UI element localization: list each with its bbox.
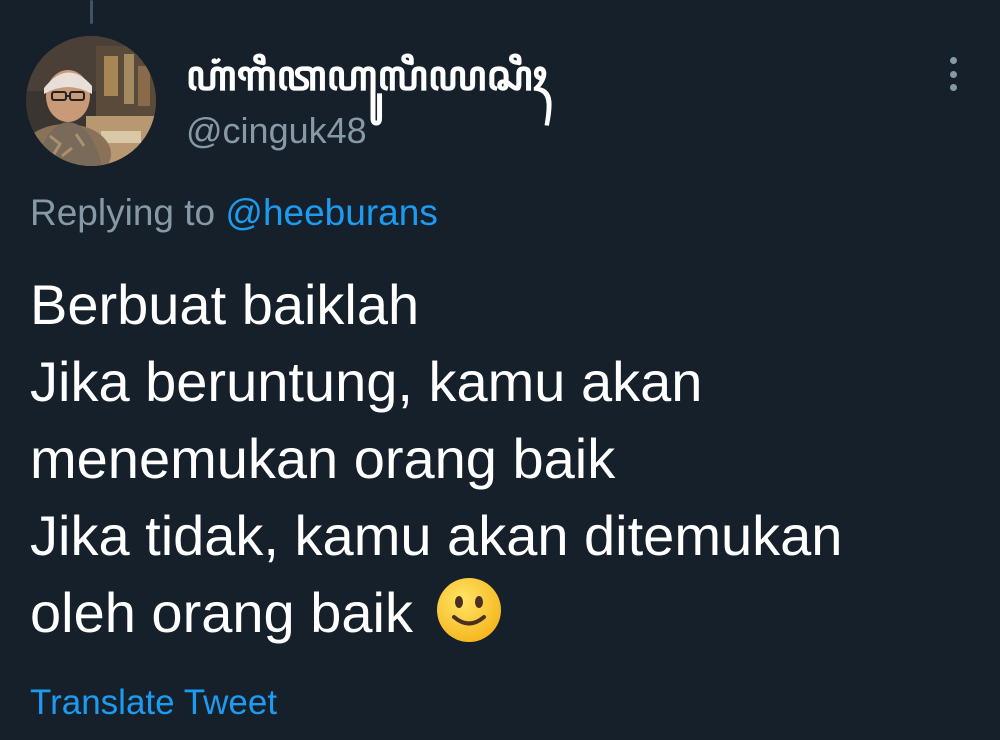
tweet-text-line: Berbuat baiklah [30,273,420,336]
slightly-smiling-face-icon [436,578,501,642]
tweet-text-line: menemukan orang baik [30,427,616,490]
tweet-text: Berbuat baiklah Jika beruntung, kamu aka… [30,266,980,651]
avatar-photo [26,36,156,166]
replying-to-line: Replying to @heeburans [30,192,438,234]
tweet-text-last-line: oleh orang baik [30,574,980,651]
more-vertical-icon-dot [949,84,957,91]
replying-to-mention-link[interactable]: @heeburans [225,192,437,233]
translate-tweet-link[interactable]: Translate Tweet [30,683,277,723]
avatar[interactable] [26,36,156,166]
more-vertical-icon [949,57,957,64]
replying-to-label: Replying to [30,192,226,233]
more-options-button[interactable] [938,52,968,96]
tweet-text-line: Jika beruntung, kamu akan [30,350,703,413]
more-vertical-icon-dot [949,70,957,78]
tweet-text-line: oleh orang baik [30,581,413,644]
user-handle[interactable]: @cinguk48 [186,110,367,152]
tweet-text-line: Jika tidak, kamu akan ditemukan [30,504,843,567]
thread-connector-line [90,0,93,24]
